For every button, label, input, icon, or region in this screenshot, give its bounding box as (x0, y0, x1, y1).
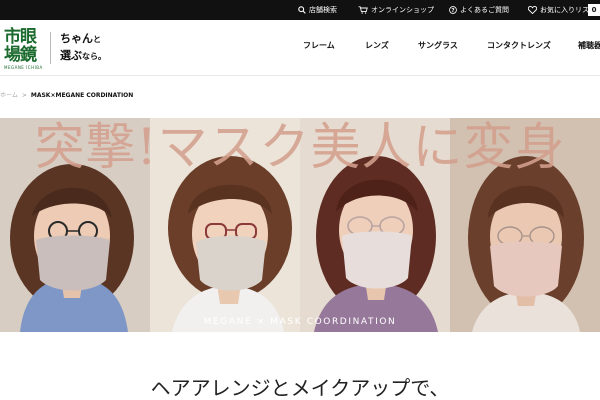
favorites-link[interactable]: お気に入りリスト (528, 0, 596, 20)
heart-icon (528, 6, 537, 14)
brand-tagline: ちゃんと 選ぶなら。 (60, 31, 106, 65)
tagline-1a: ちゃん (60, 32, 93, 45)
breadcrumb-current: MASK×MEGANE CORDINATION (30, 92, 134, 99)
site-header: 市眼 場鏡 MEGANE ICHIBA ちゃんと 選ぶなら。 フレーム レンズ … (0, 20, 600, 76)
logo-divider (50, 32, 51, 64)
nav-frame[interactable]: フレーム (303, 40, 335, 51)
utility-bar: 店舗検索 オンラインショップ ? よくあるご質問 お気に入りリスト 0 (0, 0, 600, 20)
online-shop-link[interactable]: オンラインショップ (358, 0, 434, 20)
svg-text:?: ? (451, 8, 454, 14)
hero-caption: MEGANE × MASK COORDINATION (203, 317, 397, 327)
nav-hearing-aid[interactable]: 補聴器 (578, 40, 600, 51)
section-headline: ヘアアレンジとメイクアップで、 (150, 376, 450, 400)
nav-sunglasses[interactable]: サングラス (418, 40, 458, 51)
logo-kanji-line2: 場鏡 (4, 45, 37, 65)
nav-lens[interactable]: レンズ (365, 40, 389, 51)
breadcrumb: ホーム > MASK×MEGANE CORDINATION (0, 90, 133, 99)
faq-label: よくあるご質問 (460, 6, 509, 14)
logo-kanji-line1: 市眼 (4, 27, 37, 47)
cart-icon (358, 6, 368, 14)
hero-banner: 突撃!マスク美人に変身 (0, 118, 600, 332)
faq-link[interactable]: ? よくあるご質問 (449, 0, 509, 20)
favorites-count-badge: 0 (588, 4, 600, 16)
search-icon (298, 6, 306, 14)
question-icon: ? (449, 6, 457, 14)
breadcrumb-home[interactable]: ホーム (0, 92, 18, 99)
tagline-2b: なら。 (82, 52, 106, 61)
hero-title: 突撃!マスク美人に変身 (34, 118, 566, 176)
brand-logo[interactable]: 市眼 場鏡 MEGANE ICHIBA (4, 28, 44, 70)
tagline-2a: 選ぶ (60, 49, 82, 62)
breadcrumb-separator: > (21, 92, 27, 99)
tagline-1b: と (93, 35, 101, 44)
store-search-label: 店舗検索 (309, 6, 337, 14)
nav-contact-lens[interactable]: コンタクトレンズ (487, 40, 551, 51)
logo-roman: MEGANE ICHIBA (4, 65, 43, 70)
store-search-link[interactable]: 店舗検索 (298, 0, 337, 20)
online-shop-label: オンラインショップ (371, 6, 434, 14)
